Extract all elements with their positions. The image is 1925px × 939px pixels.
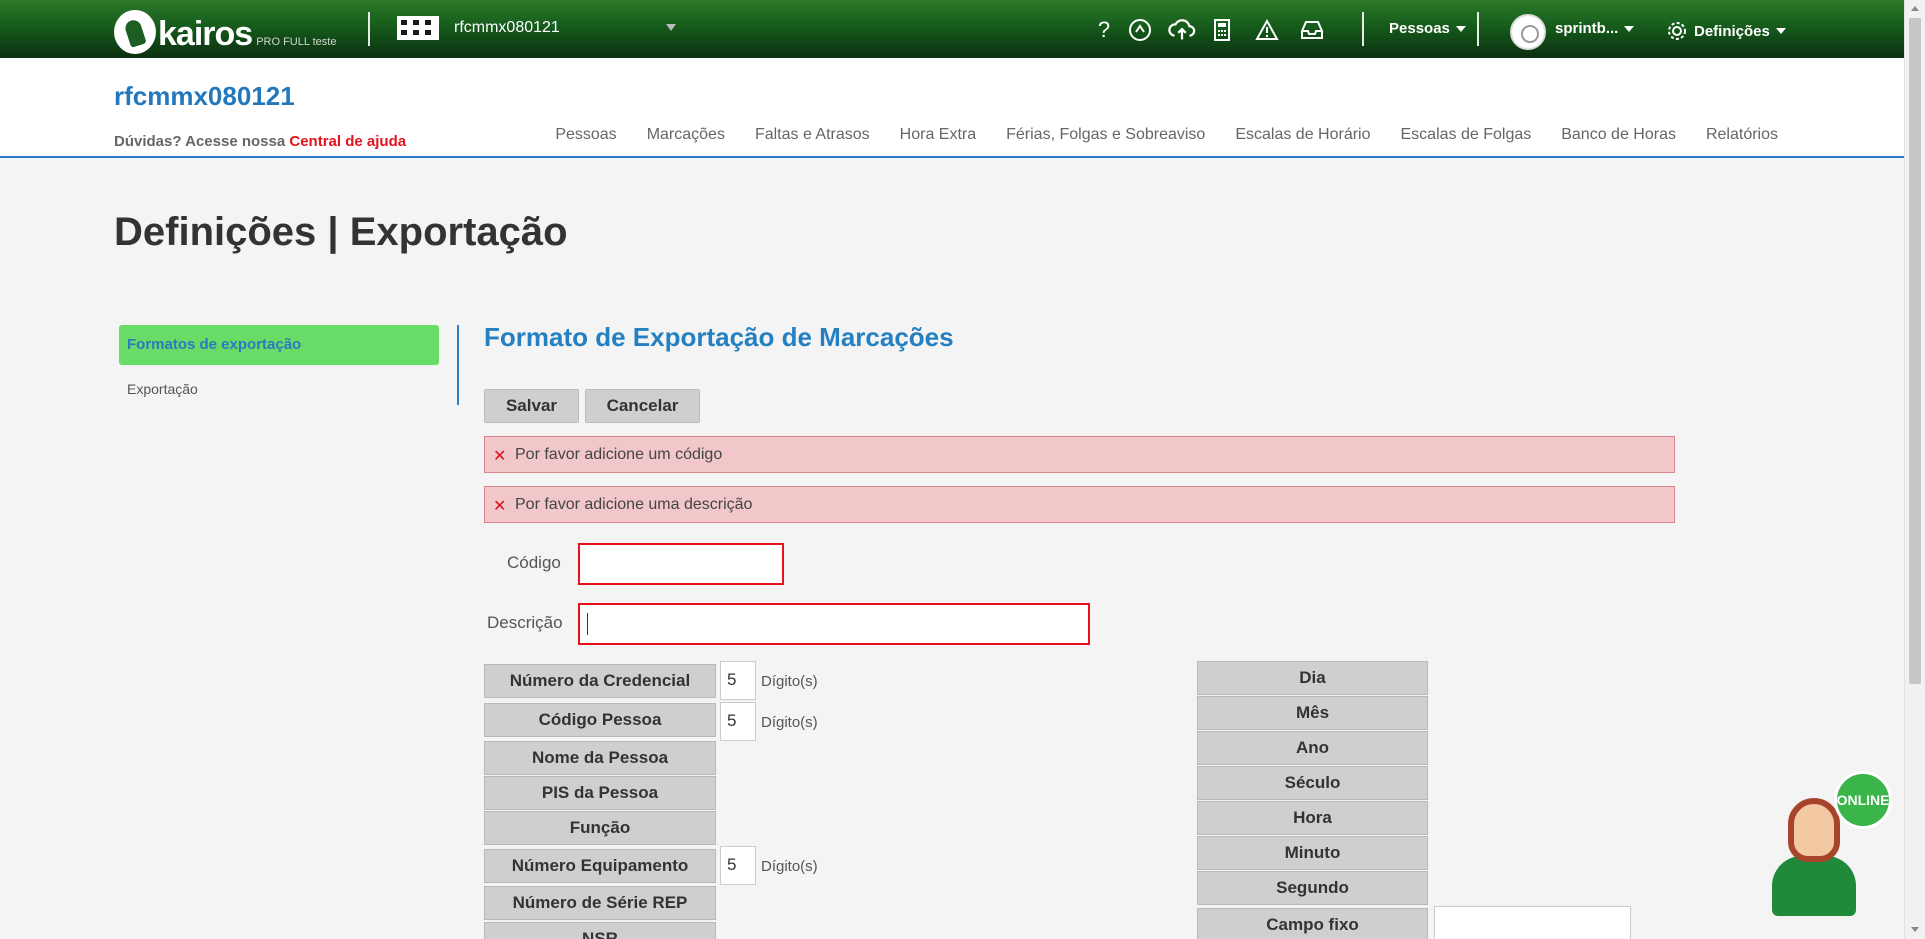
field-button-year[interactable]: Ano	[1197, 731, 1428, 765]
settings-menu[interactable]: Definições	[1666, 20, 1786, 42]
topbar-divider	[1477, 12, 1479, 46]
inbox-icon[interactable]	[1298, 16, 1326, 44]
description-label: Descrição	[487, 613, 563, 632]
nav-item-ferias[interactable]: Férias, Folgas e Sobreaviso	[1006, 126, 1205, 144]
digits-label: Dígito(s)	[761, 673, 818, 690]
field-button-minute[interactable]: Minuto	[1197, 836, 1428, 870]
nav-item-banco-horas[interactable]: Banco de Horas	[1561, 126, 1676, 144]
digits-label: Dígito(s)	[761, 858, 818, 875]
description-input[interactable]	[578, 603, 1090, 645]
company-title: rfcmmx080121	[114, 81, 295, 111]
sidebar-item-export[interactable]: Exportação	[119, 365, 439, 397]
user-avatar[interactable]	[1510, 14, 1546, 50]
people-menu[interactable]: Pessoas	[1389, 20, 1466, 37]
alert-text: Por favor adicione uma descrição	[515, 495, 753, 513]
main-nav: Pessoas Marcações Faltas e Atrasos Hora …	[555, 126, 1778, 144]
text-cursor	[587, 613, 588, 635]
sidebar-item-export-formats[interactable]: Formatos de exportação	[119, 325, 439, 365]
user-menu[interactable]: sprintb...	[1555, 20, 1635, 37]
chevron-down-icon	[1624, 25, 1635, 32]
scroll-down-arrow-icon[interactable]	[1911, 927, 1919, 932]
agent-body	[1772, 856, 1856, 916]
help-center-link[interactable]: Central de ajuda	[289, 133, 406, 150]
people-menu-label: Pessoas	[1389, 20, 1450, 37]
page-header: rfcmmx080121 Dúvidas? Acesse nossa Centr…	[0, 58, 1904, 158]
field-button-equipment-number[interactable]: Número Equipamento	[484, 849, 716, 883]
nav-item-escalas-folgas[interactable]: Escalas de Folgas	[1401, 126, 1532, 144]
credential-digits-input[interactable]: 5	[720, 661, 756, 700]
person-code-digits-input[interactable]: 5	[720, 702, 756, 741]
user-menu-label: sprintb...	[1555, 20, 1619, 37]
chevron-down-icon	[1775, 28, 1786, 34]
company-selector[interactable]: rfcmmx080121	[397, 16, 560, 40]
field-button-day[interactable]: Dia	[1197, 661, 1428, 695]
field-button-month[interactable]: Mês	[1197, 696, 1428, 730]
field-button-person-pis[interactable]: PIS da Pessoa	[484, 776, 716, 810]
error-alert: ✕ Por favor adicione uma descrição	[484, 486, 1675, 523]
section-title: Formato de Exportação de Marcações	[484, 322, 954, 352]
fixed-field-input[interactable]	[1434, 906, 1631, 939]
topbar-divider	[368, 12, 370, 46]
field-button-fixed-field[interactable]: Campo fixo	[1197, 908, 1428, 939]
field-button-person-name[interactable]: Nome da Pessoa	[484, 741, 716, 775]
online-badge: ONLINE	[1834, 771, 1892, 829]
building-icon	[397, 16, 439, 40]
nav-item-faltas[interactable]: Faltas e Atrasos	[755, 126, 870, 144]
help-icon[interactable]: ?	[1090, 16, 1118, 44]
page-title: Definições | Exportação	[114, 210, 568, 254]
kairos-logo[interactable]: kairos PRO FULL teste	[114, 4, 336, 54]
online-support-widget[interactable]: ONLINE	[1768, 768, 1892, 918]
settings-menu-label: Definições	[1694, 22, 1770, 40]
company-name: rfcmmx080121	[454, 19, 560, 36]
field-button-nsr[interactable]: NSR	[484, 922, 716, 939]
logo-text: kairos	[158, 15, 253, 53]
support-icon[interactable]	[1126, 16, 1154, 44]
alert-text: Por favor adicione um código	[515, 445, 723, 463]
field-button-hour[interactable]: Hora	[1197, 801, 1428, 835]
support-agent-icon	[1788, 798, 1840, 862]
scrollbar-thumb[interactable]	[1909, 18, 1921, 684]
field-button-person-code[interactable]: Código Pessoa	[484, 703, 716, 737]
gear-icon	[1668, 22, 1686, 40]
cancel-button[interactable]: Cancelar	[585, 389, 700, 423]
digits-label: Dígito(s)	[761, 714, 818, 731]
cloud-upload-icon[interactable]	[1168, 16, 1196, 44]
code-input[interactable]	[578, 543, 784, 585]
chevron-down-icon	[1455, 25, 1466, 32]
warning-icon[interactable]	[1253, 16, 1281, 44]
equipment-digits-input[interactable]: 5	[720, 846, 756, 885]
nav-item-hora-extra[interactable]: Hora Extra	[900, 126, 976, 144]
nav-item-pessoas[interactable]: Pessoas	[555, 126, 616, 144]
company-dropdown-caret-icon[interactable]	[666, 24, 676, 31]
logo-subtitle: PRO FULL teste	[256, 36, 337, 48]
field-button-function[interactable]: Função	[484, 811, 716, 845]
top-bar: kairos PRO FULL teste rfcmmx080121 ? Pes…	[0, 0, 1904, 58]
field-button-rep-serial[interactable]: Número de Série REP	[484, 886, 716, 920]
code-label: Código	[507, 553, 561, 572]
close-icon: ✕	[493, 448, 507, 465]
help-text: Dúvidas? Acesse nossa Central de ajuda	[114, 133, 406, 150]
page-scrollbar[interactable]	[1904, 0, 1925, 939]
help-prefix: Dúvidas? Acesse nossa	[114, 133, 286, 150]
nav-item-marcacoes[interactable]: Marcações	[647, 126, 725, 144]
nav-item-escalas-horario[interactable]: Escalas de Horário	[1235, 126, 1370, 144]
field-button-credential-number[interactable]: Número da Credencial	[484, 664, 716, 698]
close-icon: ✕	[493, 498, 507, 515]
calculator-icon[interactable]	[1208, 16, 1236, 44]
kairos-logo-mark-icon	[114, 10, 156, 54]
scroll-up-arrow-icon[interactable]	[1911, 6, 1919, 11]
field-button-century[interactable]: Século	[1197, 766, 1428, 800]
error-alert: ✕ Por favor adicione um código	[484, 436, 1675, 473]
topbar-divider	[1362, 12, 1364, 46]
sidebar-divider	[457, 325, 459, 405]
field-button-second[interactable]: Segundo	[1197, 871, 1428, 905]
save-button[interactable]: Salvar	[484, 389, 579, 423]
nav-item-relatorios[interactable]: Relatórios	[1706, 126, 1778, 144]
settings-sidebar: Formatos de exportação Exportação	[119, 325, 439, 397]
